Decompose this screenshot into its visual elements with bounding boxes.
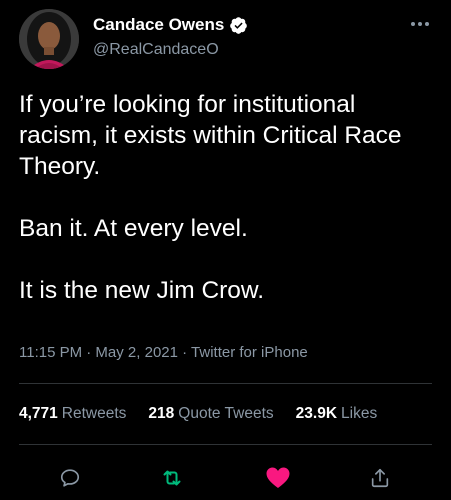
retweet-icon [163, 470, 181, 486]
tweet-card: Candace Owens @RealCandaceO If you’re lo… [0, 0, 451, 500]
divider [19, 444, 432, 445]
share-icon [371, 468, 389, 488]
more-options-button[interactable] [407, 14, 433, 34]
quote-tweets-label: Quote Tweets [178, 405, 274, 422]
author-name-row: Candace Owens [93, 14, 248, 36]
verified-badge-icon [230, 16, 248, 34]
retweet-button[interactable] [154, 460, 190, 496]
retweets-stat[interactable]: 4,771 Retweets [19, 405, 126, 423]
tweet-actions [0, 460, 451, 496]
quote-tweets-count: 218 [148, 405, 175, 422]
engagement-stats: 4,771 Retweets 218 Quote Tweets 23.9K Likes [19, 405, 377, 423]
more-dot-icon [425, 22, 429, 26]
retweets-count: 4,771 [19, 405, 58, 422]
likes-stat[interactable]: 23.9K Likes [296, 405, 378, 423]
divider [19, 383, 432, 384]
reply-button[interactable] [52, 460, 88, 496]
more-dot-icon [411, 22, 415, 26]
likes-label: Likes [341, 405, 378, 422]
tweet-paragraph: If you’re looking for institutional raci… [19, 91, 402, 180]
avatar[interactable] [19, 9, 79, 69]
retweets-label: Retweets [61, 405, 127, 422]
avatar-image [19, 9, 79, 69]
author-handle[interactable]: @RealCandaceO [93, 41, 219, 59]
like-button[interactable] [260, 460, 296, 496]
author-name[interactable]: Candace Owens [93, 15, 224, 35]
share-button[interactable] [362, 460, 398, 496]
quote-tweets-stat[interactable]: 218 Quote Tweets [148, 405, 273, 423]
likes-count: 23.9K [295, 405, 338, 422]
tweet-text: If you’re looking for institutional raci… [19, 89, 439, 306]
reply-icon [60, 469, 80, 487]
more-dot-icon [418, 22, 422, 26]
tweet-paragraph: It is the new Jim Crow. [19, 277, 265, 304]
tweet-timestamp[interactable]: 11:15 PM · May 2, 2021 · Twitter for iPh… [19, 344, 308, 361]
tweet-paragraph: Ban it. At every level. [19, 215, 248, 242]
heart-icon [266, 467, 290, 488]
